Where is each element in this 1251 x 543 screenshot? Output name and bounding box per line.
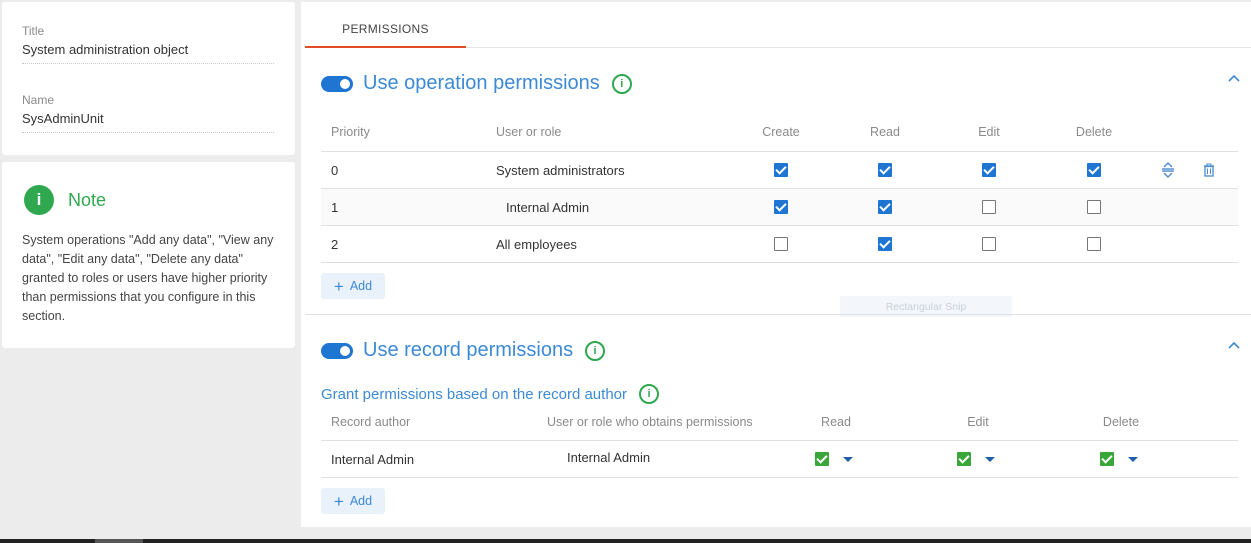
name-value[interactable]: SysAdminUnit — [22, 111, 274, 133]
add-operation-permission-button[interactable]: + Add — [321, 273, 385, 299]
header-delete[interactable]: Delete — [1064, 112, 1124, 151]
note-title: Note — [68, 189, 107, 210]
tab-permissions[interactable]: PERMISSIONS — [305, 2, 466, 48]
taskbar-segment — [95, 539, 143, 543]
user-cell[interactable]: Internal Admin — [506, 189, 589, 225]
record-permissions-title: Use record permissions — [363, 339, 574, 361]
edit-checkbox[interactable] — [957, 452, 971, 466]
record-permissions-toggle[interactable] — [321, 342, 353, 359]
name-label: Name — [22, 93, 55, 107]
chevron-up-icon[interactable] — [1227, 72, 1241, 86]
plus-icon: + — [333, 491, 344, 511]
delete-checkbox[interactable] — [1087, 200, 1101, 214]
plus-icon: + — [333, 276, 344, 296]
title-field: Title System administration object — [22, 24, 274, 64]
header-user-or-role[interactable]: User or role — [496, 112, 561, 151]
priority-cell: 2 — [331, 236, 339, 252]
left-column: Title System administration object Name … — [0, 0, 301, 543]
title-label: Title — [22, 24, 45, 38]
note-text: System operations "Add any data", "View … — [22, 233, 274, 323]
edit-checkbox[interactable] — [982, 163, 996, 177]
chevron-down-icon[interactable] — [1128, 456, 1138, 462]
header-read[interactable]: Read — [855, 112, 915, 151]
grantee-cell[interactable]: Internal Admin — [567, 439, 650, 475]
add-label: Add — [349, 494, 373, 508]
taskbar-edge — [0, 539, 1251, 543]
priority-cell: 0 — [331, 162, 339, 178]
user-cell: System administrators — [496, 162, 625, 178]
operation-permissions-table: Priority User or role Create Read Edit D… — [321, 112, 1238, 263]
read-checkbox[interactable] — [878, 163, 892, 177]
edit-checkbox[interactable] — [982, 237, 996, 251]
chevron-up-icon[interactable] — [1227, 339, 1241, 353]
header-edit[interactable]: Edit — [959, 112, 1019, 151]
record-permissions-header: Use record permissions i — [321, 339, 606, 362]
table-row[interactable]: 1 Internal Admin — [321, 189, 1238, 226]
delete-checkbox[interactable] — [1087, 163, 1101, 177]
info-icon[interactable]: i — [639, 384, 659, 404]
trash-icon[interactable] — [1203, 152, 1215, 188]
record-permissions-table: Record author User or role who obtains p… — [321, 404, 1238, 478]
table-row[interactable]: 2 All employees — [321, 226, 1238, 263]
read-checkbox[interactable] — [878, 200, 892, 214]
header-priority[interactable]: Priority — [331, 112, 370, 151]
chevron-down-icon[interactable] — [843, 456, 853, 462]
read-checkbox[interactable] — [878, 237, 892, 251]
priority-cell: 1 — [331, 199, 339, 215]
info-icon[interactable]: i — [611, 73, 632, 94]
permissions-panel: PERMISSIONS Use operation permissions i … — [301, 2, 1251, 527]
note-card: i Note System operations "Add any data",… — [2, 162, 295, 348]
name-field: Name SysAdminUnit — [22, 93, 274, 133]
operation-permissions-header: Use operation permissions i — [321, 72, 632, 95]
section-divider — [305, 314, 1251, 315]
info-icon: i — [24, 185, 54, 215]
header-create[interactable]: Create — [751, 112, 811, 151]
delete-permission[interactable] — [1100, 441, 1138, 477]
table-header: Record author User or role who obtains p… — [321, 404, 1238, 441]
create-checkbox[interactable] — [774, 200, 788, 214]
operation-permissions-title: Use operation permissions — [363, 72, 600, 94]
delete-checkbox[interactable] — [1100, 452, 1114, 466]
read-checkbox[interactable] — [815, 452, 829, 466]
header-delete[interactable]: Delete — [1091, 404, 1151, 440]
record-author-subheader: Grant permissions based on the record au… — [321, 384, 659, 404]
edit-permission[interactable] — [957, 441, 995, 477]
table-header: Priority User or role Create Read Edit D… — [321, 112, 1238, 152]
chevron-down-icon[interactable] — [985, 456, 995, 462]
operation-permissions-toggle[interactable] — [321, 75, 353, 92]
header-edit[interactable]: Edit — [948, 404, 1008, 440]
create-checkbox[interactable] — [774, 237, 788, 251]
delete-checkbox[interactable] — [1087, 237, 1101, 251]
info-icon[interactable]: i — [585, 340, 606, 361]
header-record-author[interactable]: Record author — [331, 404, 410, 440]
edit-checkbox[interactable] — [982, 200, 996, 214]
table-row[interactable]: 0 System administrators — [321, 152, 1238, 189]
create-checkbox[interactable] — [774, 163, 788, 177]
tab-bar: PERMISSIONS — [305, 2, 1251, 48]
add-record-permission-button[interactable]: + Add — [321, 488, 385, 514]
author-cell[interactable]: Internal Admin — [331, 441, 414, 477]
header-read[interactable]: Read — [806, 404, 866, 440]
properties-card: Title System administration object Name … — [2, 2, 295, 155]
note-header: i Note — [24, 185, 106, 215]
table-row[interactable]: Internal Admin Internal Admin — [321, 441, 1238, 478]
header-grantee[interactable]: User or role who obtains permissions — [547, 404, 753, 440]
reorder-icon[interactable] — [1161, 152, 1175, 188]
user-cell: All employees — [496, 236, 577, 252]
add-label: Add — [349, 279, 373, 293]
read-permission[interactable] — [815, 441, 853, 477]
title-value[interactable]: System administration object — [22, 42, 274, 64]
record-author-subtitle: Grant permissions based on the record au… — [321, 385, 627, 403]
